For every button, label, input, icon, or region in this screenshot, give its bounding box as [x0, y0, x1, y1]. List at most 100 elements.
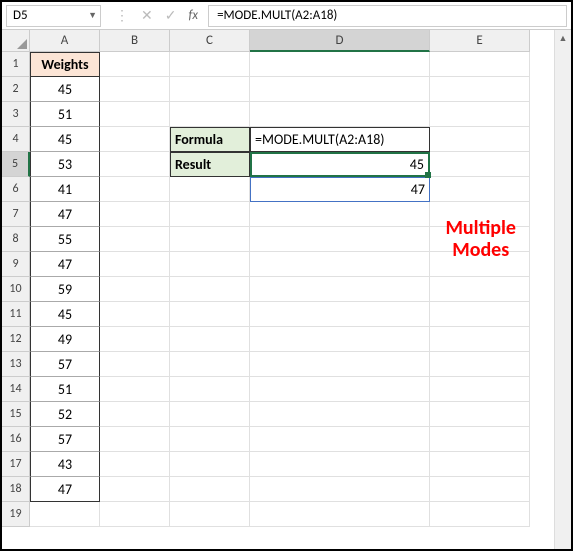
cell[interactable] — [430, 377, 530, 402]
cell[interactable] — [430, 402, 530, 427]
cell[interactable] — [430, 277, 530, 302]
cell[interactable] — [100, 252, 170, 277]
row-header[interactable]: 19 — [2, 502, 30, 527]
row-header[interactable]: 16 — [2, 427, 30, 452]
cell[interactable] — [100, 127, 170, 152]
col-header[interactable]: E — [430, 30, 530, 52]
cell[interactable] — [100, 377, 170, 402]
cell[interactable] — [250, 202, 430, 227]
cell[interactable] — [430, 52, 530, 77]
cell[interactable]: Result — [170, 152, 250, 177]
cell[interactable] — [100, 277, 170, 302]
cell[interactable] — [430, 152, 530, 177]
cell[interactable] — [250, 502, 430, 527]
row-header[interactable]: 6 — [2, 177, 30, 202]
cell[interactable] — [170, 327, 250, 352]
cell[interactable] — [250, 452, 430, 477]
row-header[interactable]: 3 — [2, 102, 30, 127]
cell[interactable] — [430, 327, 530, 352]
cell[interactable]: Formula — [170, 127, 250, 152]
row-header[interactable]: 5 — [2, 152, 30, 177]
cell[interactable] — [100, 427, 170, 452]
formula-input[interactable]: =MODE.MULT(A2:A18) — [208, 5, 567, 27]
cell[interactable] — [250, 277, 430, 302]
cell[interactable] — [100, 227, 170, 252]
selected-cell[interactable]: 45 — [250, 152, 430, 177]
name-box[interactable]: D5 ▼ — [6, 5, 101, 27]
cell[interactable] — [170, 477, 250, 502]
cell[interactable] — [170, 77, 250, 102]
row-header[interactable]: 7 — [2, 202, 30, 227]
check-icon[interactable]: ✓ — [165, 7, 177, 24]
row-header[interactable]: 17 — [2, 452, 30, 477]
cell[interactable] — [430, 352, 530, 377]
cell[interactable] — [170, 277, 250, 302]
cell[interactable] — [430, 177, 530, 202]
row-header[interactable]: 15 — [2, 402, 30, 427]
row-header[interactable]: 12 — [2, 327, 30, 352]
cell[interactable] — [100, 352, 170, 377]
cell[interactable] — [170, 302, 250, 327]
row-header[interactable]: 4 — [2, 127, 30, 152]
cell[interactable] — [430, 302, 530, 327]
scroll-up-icon[interactable]: ▲ — [555, 30, 571, 47]
row-header[interactable]: 9 — [2, 252, 30, 277]
row-header[interactable]: 18 — [2, 477, 30, 502]
cell[interactable]: 47 — [250, 177, 430, 202]
cell[interactable] — [100, 502, 170, 527]
cell[interactable] — [100, 402, 170, 427]
cell[interactable] — [170, 227, 250, 252]
chevron-down-icon[interactable]: ▼ — [88, 10, 97, 21]
cell[interactable] — [430, 452, 530, 477]
cell[interactable]: 45 — [30, 127, 100, 152]
row-header[interactable]: 1 — [2, 52, 30, 77]
cell[interactable] — [250, 77, 430, 102]
cell[interactable] — [250, 377, 430, 402]
row-header[interactable]: 2 — [2, 77, 30, 102]
cell[interactable] — [170, 102, 250, 127]
vertical-scrollbar[interactable]: ▲ — [554, 30, 571, 549]
cell[interactable]: 45 — [30, 77, 100, 102]
cell[interactable] — [100, 477, 170, 502]
cell[interactable] — [170, 427, 250, 452]
cell[interactable] — [250, 327, 430, 352]
cell[interactable] — [250, 427, 430, 452]
cell[interactable] — [430, 102, 530, 127]
row-header[interactable]: 13 — [2, 352, 30, 377]
cell[interactable] — [170, 252, 250, 277]
cell[interactable]: 47 — [30, 202, 100, 227]
cell[interactable] — [250, 227, 430, 252]
cell[interactable]: 57 — [30, 427, 100, 452]
select-all-corner[interactable] — [2, 30, 30, 52]
cell[interactable]: 51 — [30, 377, 100, 402]
col-header[interactable]: A — [30, 30, 100, 52]
cell[interactable]: 52 — [30, 402, 100, 427]
cell[interactable]: 55 — [30, 227, 100, 252]
row-header[interactable]: 8 — [2, 227, 30, 252]
cell[interactable] — [170, 502, 250, 527]
cell[interactable] — [250, 252, 430, 277]
cell[interactable] — [100, 52, 170, 77]
cell[interactable] — [430, 477, 530, 502]
cell[interactable]: =MODE.MULT(A2:A18) — [250, 127, 430, 152]
cell[interactable]: 47 — [30, 477, 100, 502]
cell[interactable]: 51 — [30, 102, 100, 127]
cell[interactable] — [170, 52, 250, 77]
cell[interactable] — [170, 177, 250, 202]
cell[interactable] — [430, 427, 530, 452]
cell[interactable] — [250, 352, 430, 377]
cell[interactable] — [100, 302, 170, 327]
cell[interactable]: 45 — [30, 302, 100, 327]
row-header[interactable]: 11 — [2, 302, 30, 327]
cell[interactable]: Weights — [30, 52, 100, 77]
fx-icon[interactable]: fx — [188, 8, 198, 23]
cell[interactable] — [170, 452, 250, 477]
cell[interactable] — [100, 452, 170, 477]
cell[interactable] — [100, 327, 170, 352]
cell[interactable] — [170, 202, 250, 227]
cell[interactable] — [250, 402, 430, 427]
col-header[interactable]: D — [250, 30, 430, 52]
cell[interactable] — [100, 202, 170, 227]
cell[interactable] — [250, 477, 430, 502]
col-header[interactable]: B — [100, 30, 170, 52]
